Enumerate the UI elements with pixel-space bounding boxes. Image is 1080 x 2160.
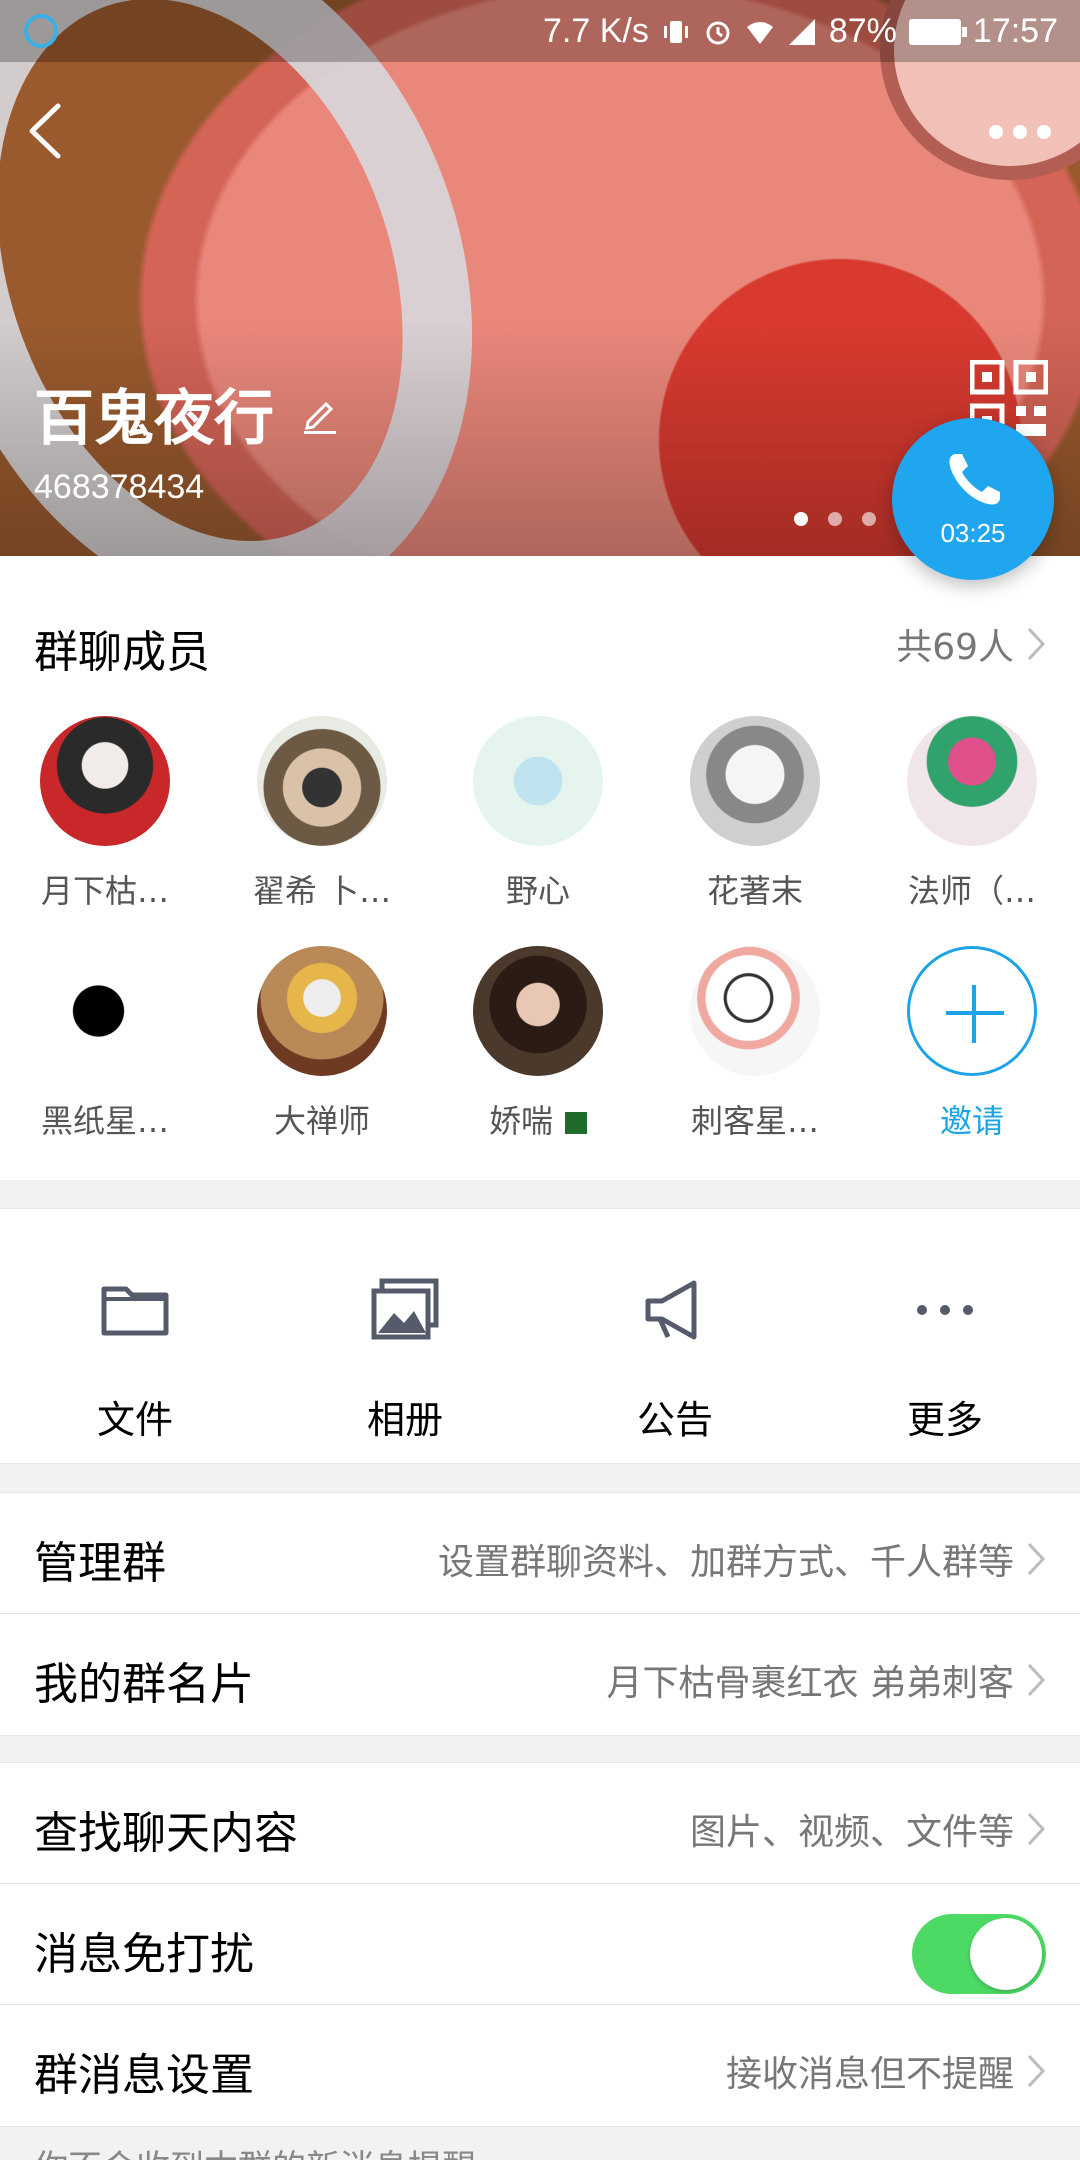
files-button[interactable]: 文件 (0, 1209, 270, 1465)
manage-group-value: 设置群聊资料、加群方式、千人群等 (437, 1542, 1014, 1583)
search-history-row[interactable]: 查找聊天内容 图片、视频、文件等 (0, 1763, 1080, 1884)
member-item[interactable]: 大禅师 (232, 946, 412, 1142)
members-title: 群聊成员 (34, 627, 210, 678)
member-item[interactable]: 花著末 (665, 716, 845, 912)
signal-icon (788, 18, 815, 45)
album-button[interactable]: 相册 (270, 1209, 540, 1465)
more-button[interactable]: 更多 (810, 1209, 1080, 1465)
group-name-text: 百鬼夜行 (34, 384, 274, 454)
message-settings-label: 群消息设置 (34, 2050, 254, 2101)
member-name: 月下枯… (40, 872, 169, 910)
do-not-disturb-toggle[interactable] (912, 1914, 1046, 1994)
group-card-label: 我的群名片 (34, 1659, 254, 1710)
battery-percent: 87% (828, 12, 897, 50)
member-item[interactable]: 野心 (448, 716, 628, 912)
member-item[interactable]: 刺客星… (665, 946, 845, 1142)
more-dots-icon (917, 1305, 973, 1315)
settings-group-manage: 管理群 设置群聊资料、加群方式、千人群等 我的群名片 月下枯骨裹红衣 弟弟刺客 (0, 1492, 1080, 1736)
group-card-row[interactable]: 我的群名片 月下枯骨裹红衣 弟弟刺客 (0, 1614, 1080, 1735)
search-history-label: 查找聊天内容 (34, 1808, 298, 1859)
member-count-text: 共69人 (896, 627, 1014, 668)
announcement-label: 公告 (636, 1398, 713, 1442)
quick-actions: 文件 相册 公告 更多 (0, 1208, 1080, 1464)
ongoing-call-button[interactable]: 03:25 (892, 418, 1054, 580)
member-item[interactable]: 法师（… (882, 716, 1062, 912)
alarm-icon (706, 21, 730, 44)
group-number: 468378434 (34, 468, 205, 506)
more-options-icon[interactable] (980, 112, 1060, 152)
clock: 17:57 (972, 12, 1058, 50)
cover-page-indicator (794, 512, 876, 526)
album-icon (371, 1278, 439, 1340)
files-label: 文件 (96, 1398, 173, 1442)
group-name: 百鬼夜行 (34, 370, 342, 457)
member-avatar (257, 716, 387, 846)
page-dot (828, 512, 842, 526)
member-name: 黑纸星… (40, 1102, 169, 1140)
manage-group-row[interactable]: 管理群 设置群聊资料、加群方式、千人群等 (0, 1493, 1080, 1614)
network-speed: 7.7 K/s (543, 12, 649, 50)
member-name: 野心 (505, 872, 570, 910)
member-avatar (257, 946, 387, 1076)
folder-icon (101, 1286, 169, 1336)
member-name: 娇喘 (448, 1096, 628, 1142)
member-avatar (690, 946, 820, 1076)
member-item[interactable]: 娇喘 (448, 946, 628, 1142)
chevron-right-icon (1027, 1663, 1046, 1697)
member-name: 法师（… (907, 872, 1036, 910)
message-settings-value: 接收消息但不提醒 (725, 2054, 1014, 2095)
member-avatar (473, 946, 603, 1076)
announcement-button[interactable]: 公告 (540, 1209, 810, 1465)
member-item[interactable]: 月下枯… (15, 716, 195, 912)
call-active-icon (24, 14, 58, 48)
page-dot (862, 512, 876, 526)
chevron-right-icon (1027, 1542, 1046, 1576)
vibrate-icon (663, 20, 688, 43)
more-label: 更多 (906, 1398, 983, 1442)
group-card-value: 月下枯骨裹红衣 弟弟刺客 (606, 1663, 1014, 1704)
phone-icon (949, 454, 1000, 505)
chevron-right-icon (1027, 1812, 1046, 1846)
page-dot (794, 512, 808, 526)
member-avatar (907, 716, 1037, 846)
chevron-right-icon (1027, 2054, 1046, 2088)
back-icon[interactable] (16, 96, 76, 166)
member-name: 花著末 (706, 872, 803, 910)
member-avatar (473, 716, 603, 846)
member-avatar (40, 716, 170, 846)
toggle-knob (970, 1918, 1042, 1990)
invite-member-button[interactable]: 邀请 (882, 946, 1062, 1142)
member-avatar (690, 716, 820, 846)
do-not-disturb-label: 消息免打扰 (34, 1929, 254, 1980)
member-item[interactable]: 黑纸星… (15, 946, 195, 1142)
wifi-icon (746, 21, 773, 44)
member-name: 大禅师 (273, 1102, 370, 1140)
album-label: 相册 (366, 1398, 443, 1442)
search-history-value: 图片、视频、文件等 (689, 1812, 1014, 1853)
call-timer: 03:25 (940, 518, 1006, 548)
battery-icon (908, 18, 967, 45)
pakistan-flag-icon (557, 1112, 587, 1134)
member-avatar (40, 946, 170, 1076)
settings-group-messages: 查找聊天内容 图片、视频、文件等 消息免打扰 群消息设置 接收消息但不提醒 (0, 1762, 1080, 2127)
manage-group-label: 管理群 (34, 1538, 166, 1589)
member-count[interactable]: 共69人 (896, 618, 1046, 670)
member-item[interactable]: 翟希 卜… (232, 716, 412, 912)
member-name: 翟希 卜… (252, 872, 392, 910)
member-name-text: 娇喘 (488, 1102, 553, 1140)
top-bar (0, 62, 1080, 202)
chevron-right-icon (1027, 627, 1046, 661)
megaphone-icon (645, 1280, 697, 1340)
status-bar: 7.7 K/s 87% 17:57 (0, 0, 1080, 62)
members-section: 群聊成员 共69人 月下枯… 翟希 卜… 野心 花著末 法师（… 黑纸星… 大禅… (0, 556, 1080, 1180)
member-name: 刺客星… (690, 1102, 819, 1140)
edit-name-icon[interactable] (298, 392, 342, 436)
add-icon (907, 946, 1037, 1076)
message-settings-row[interactable]: 群消息设置 接收消息但不提醒 (0, 2005, 1080, 2126)
dnd-footer-note: 你不会收到本群的新消息提醒 (34, 2140, 476, 2160)
invite-label: 邀请 (939, 1102, 1004, 1140)
do-not-disturb-row: 消息免打扰 (0, 1884, 1080, 2005)
